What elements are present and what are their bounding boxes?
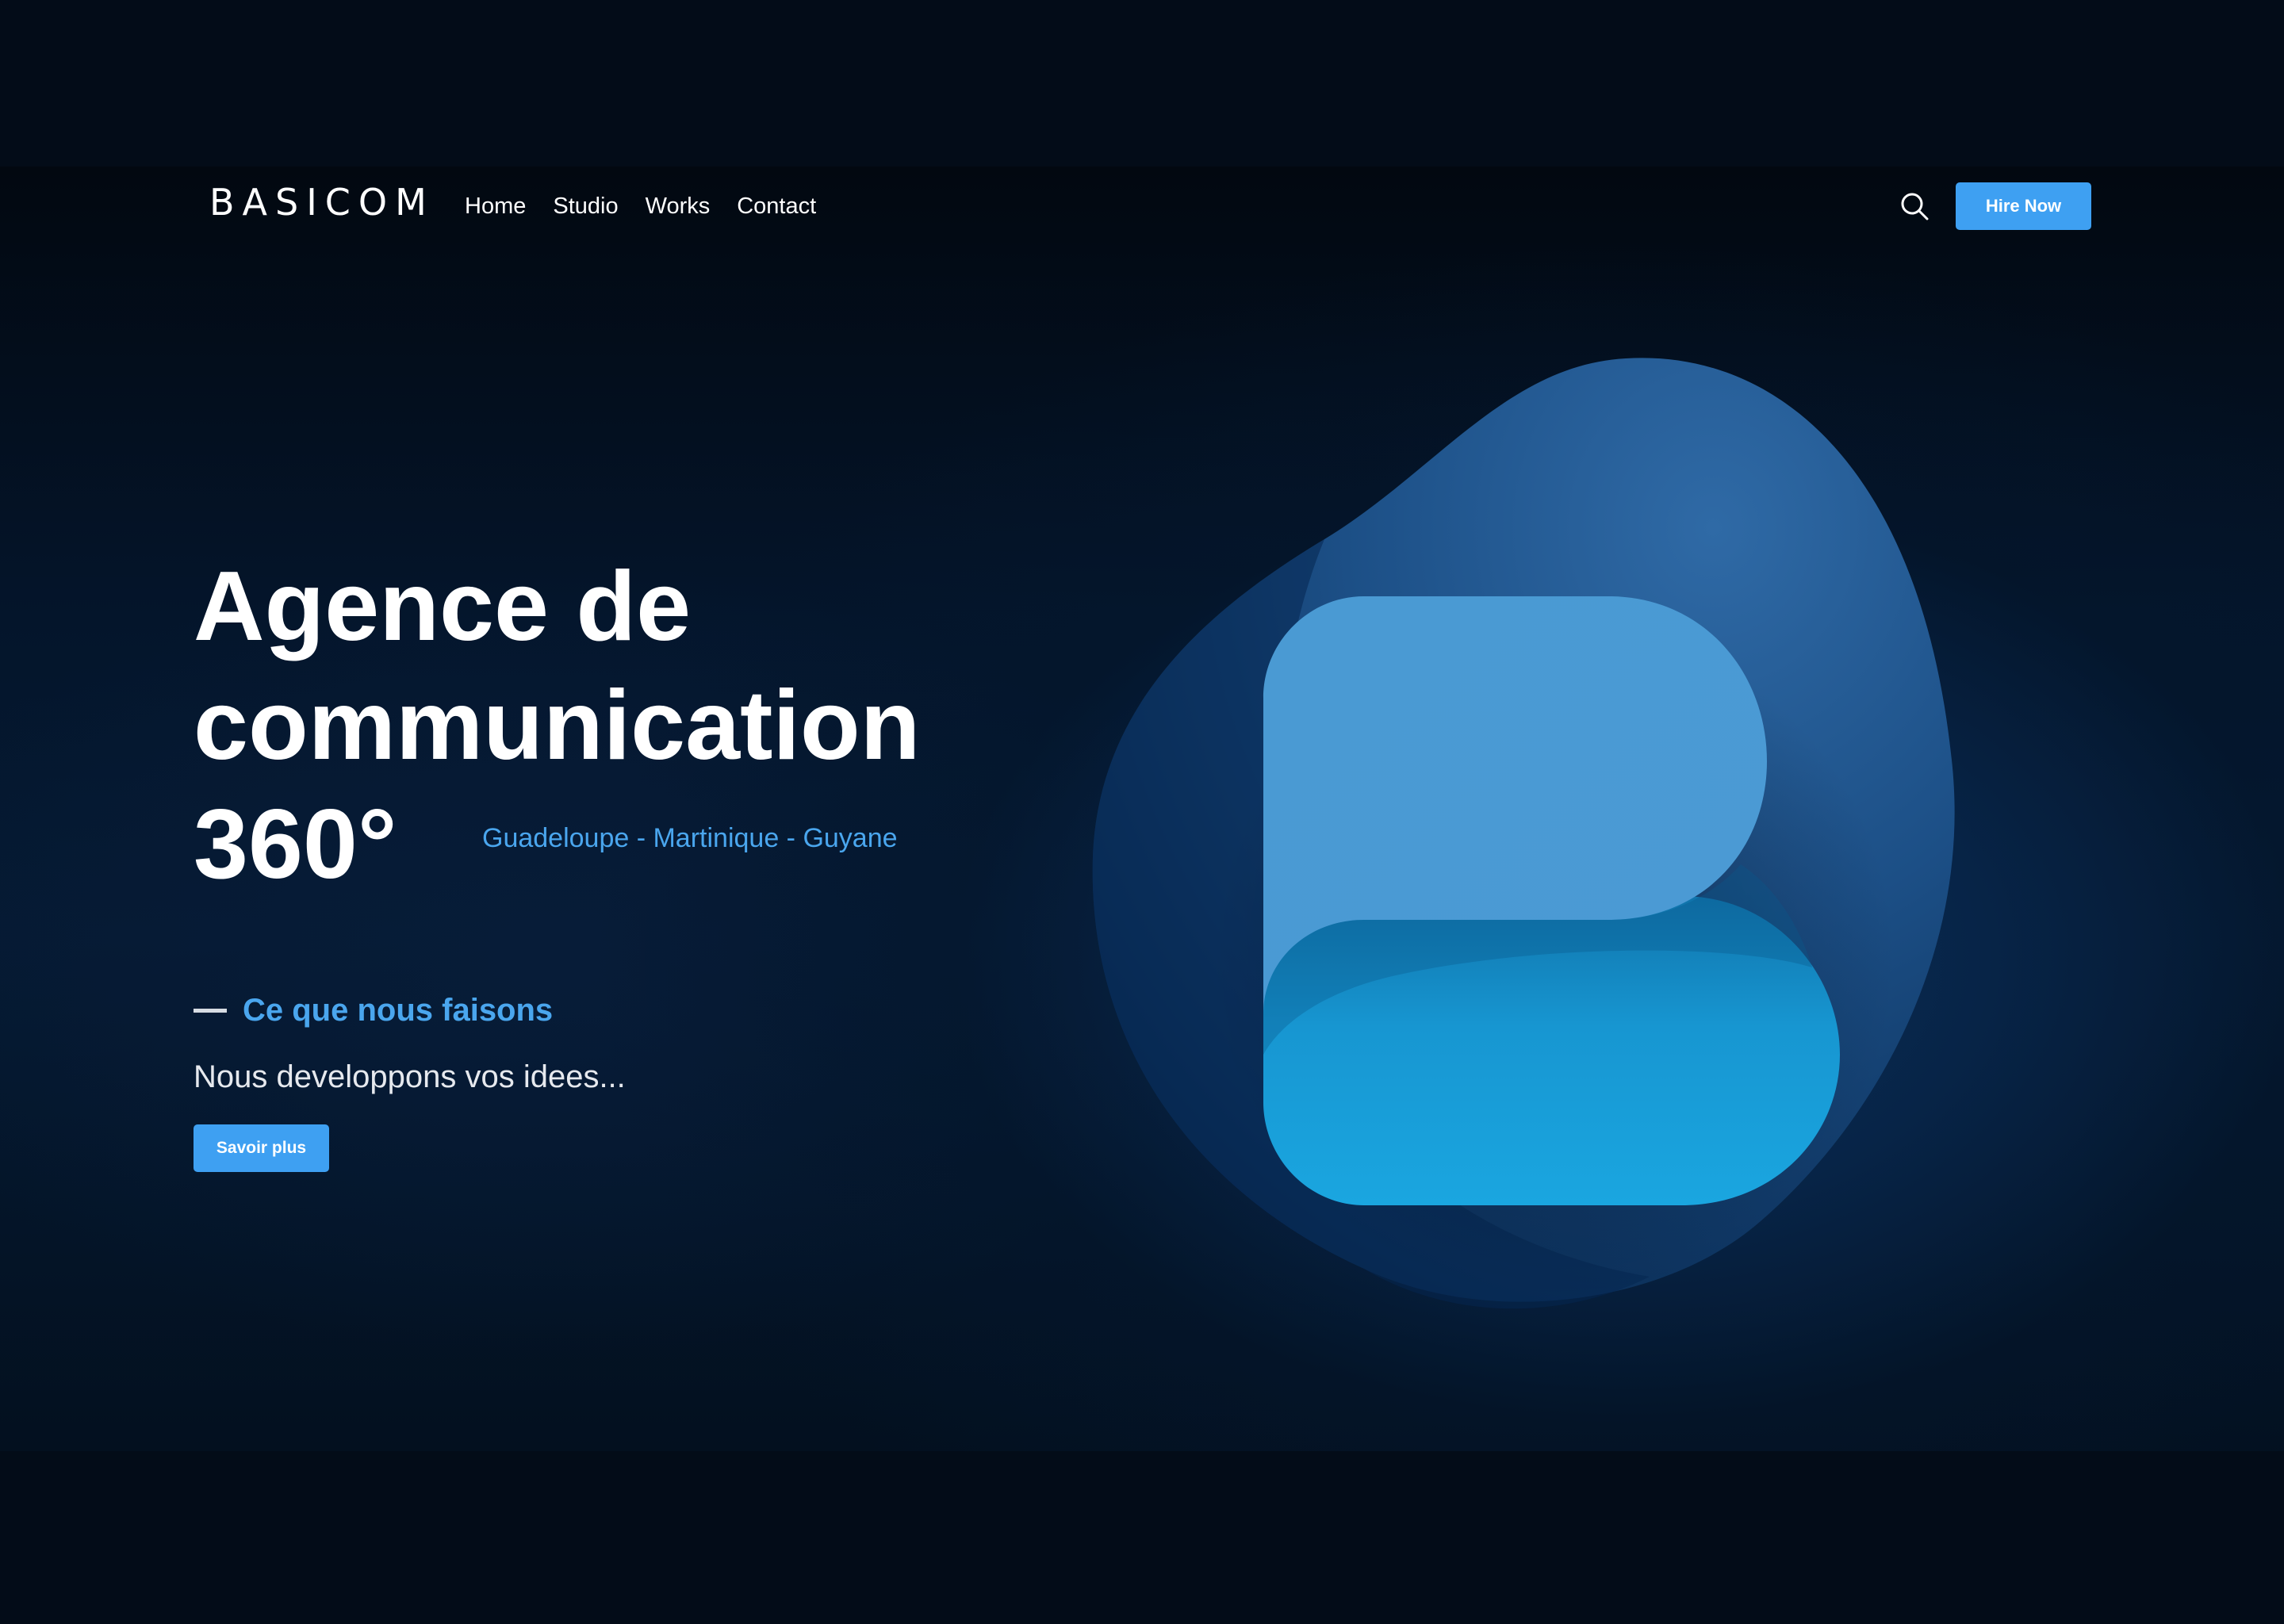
- section-label: Ce que nous faisons: [194, 993, 553, 1028]
- regions-subtitle: Guadeloupe - Martinique - Guyane: [482, 823, 898, 853]
- savoir-plus-button[interactable]: Savoir plus: [194, 1124, 329, 1172]
- hero-tagline: Nous developpons vos idees...: [194, 1059, 626, 1094]
- nav-item-works[interactable]: Works: [646, 193, 711, 220]
- bottom-letterbox: [0, 1451, 2284, 1624]
- nav-item-home[interactable]: Home: [465, 193, 526, 220]
- nav-item-contact[interactable]: Contact: [737, 193, 816, 220]
- page: BASICOM Home Studio Works Contact Hire N…: [0, 0, 2284, 1624]
- top-letterbox: [0, 0, 2284, 167]
- headline-line-1: Agence de: [194, 552, 692, 661]
- dash-divider: [194, 1009, 227, 1013]
- search-icon[interactable]: [1899, 190, 1930, 222]
- hire-now-button[interactable]: Hire Now: [1956, 182, 2091, 230]
- section-label-text: Ce que nous faisons: [243, 993, 554, 1028]
- main-nav: Home Studio Works Contact: [465, 193, 816, 220]
- nav-item-studio[interactable]: Studio: [553, 193, 618, 220]
- headline-line-2: communication: [194, 671, 921, 780]
- brand-logo[interactable]: BASICOM: [209, 181, 435, 224]
- basicom-b-logo-illustration: [1063, 341, 1983, 1332]
